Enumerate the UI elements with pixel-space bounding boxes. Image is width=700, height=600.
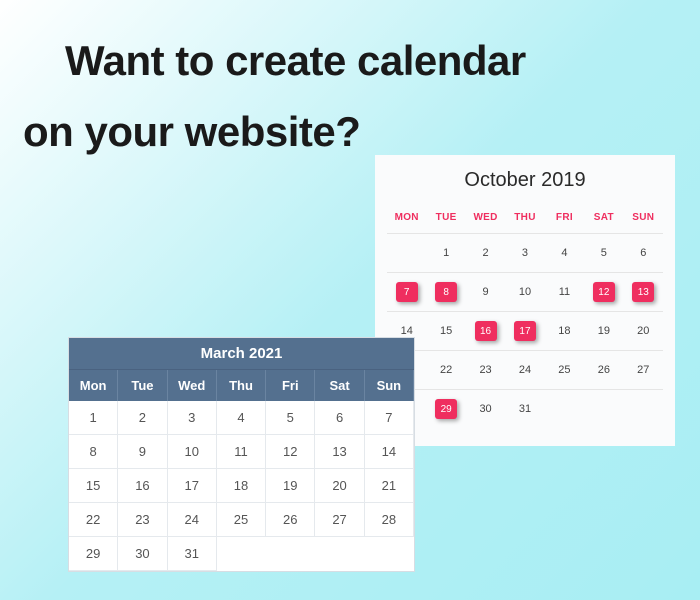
calendar-a-day-cell[interactable]: 2 <box>118 401 167 435</box>
calendar-b-day-highlighted[interactable]: 13 <box>632 282 654 302</box>
headline-line-1: Want to create calendar <box>65 25 680 96</box>
calendar-b-day-highlighted[interactable]: 8 <box>435 282 457 302</box>
calendar-b-weekday: MON <box>387 206 426 233</box>
calendar-a-day-cell[interactable]: 31 <box>168 537 217 571</box>
calendar-b-day-cell[interactable] <box>624 390 663 428</box>
calendar-b-day-cell[interactable]: 8 <box>426 273 465 311</box>
calendar-a-day-cell[interactable]: 15 <box>69 469 118 503</box>
calendar-a-day-cell[interactable]: 6 <box>315 401 364 435</box>
calendar-a-day-cell[interactable]: 1 <box>69 401 118 435</box>
calendar-october-2019: October 2019 MONTUEWEDTHUFRISATSUN123456… <box>375 155 675 446</box>
calendar-a-weekday: Fri <box>266 370 315 401</box>
calendar-b-day-cell[interactable]: 26 <box>584 351 623 389</box>
calendar-a-day-cell[interactable]: 9 <box>118 435 167 469</box>
calendar-a-weekday: Sun <box>365 370 414 401</box>
calendar-b-weekday: THU <box>505 206 544 233</box>
calendar-march-2021: March 2021 MonTueWedThuFriSatSun12345678… <box>68 337 415 572</box>
calendar-b-day-highlighted[interactable]: 12 <box>593 282 615 302</box>
calendar-b-day-cell[interactable]: 27 <box>624 351 663 389</box>
calendar-a-day-cell[interactable]: 27 <box>315 503 364 537</box>
calendar-b-weekday: TUE <box>426 206 465 233</box>
calendar-b-day-cell[interactable]: 12 <box>584 273 623 311</box>
calendar-b-day-cell[interactable]: 17 <box>505 312 544 350</box>
calendar-b-day-cell[interactable]: 16 <box>466 312 505 350</box>
calendar-b-day-cell[interactable]: 4 <box>545 234 584 272</box>
calendar-a-day-cell[interactable]: 13 <box>315 435 364 469</box>
calendar-a-day-empty <box>365 537 414 571</box>
calendar-a-day-empty <box>315 537 364 571</box>
calendar-a-day-cell[interactable]: 29 <box>69 537 118 571</box>
calendar-a-title: March 2021 <box>69 338 414 370</box>
calendar-b-day-cell[interactable]: 3 <box>505 234 544 272</box>
calendar-b-grid: MONTUEWEDTHUFRISATSUN1234567891011121314… <box>387 206 663 428</box>
calendar-a-day-empty <box>266 537 315 571</box>
calendar-b-day-cell[interactable]: 22 <box>426 351 465 389</box>
calendar-b-day-cell[interactable]: 5 <box>584 234 623 272</box>
calendar-b-day-highlighted[interactable]: 16 <box>475 321 497 341</box>
calendar-b-day-cell[interactable]: 29 <box>426 390 465 428</box>
calendar-b-day-cell[interactable]: 31 <box>505 390 544 428</box>
calendar-a-day-cell[interactable]: 30 <box>118 537 167 571</box>
calendar-a-day-cell[interactable]: 21 <box>365 469 414 503</box>
calendar-b-day-cell[interactable]: 6 <box>624 234 663 272</box>
calendar-a-weekday: Wed <box>168 370 217 401</box>
calendar-a-weekday: Sat <box>315 370 364 401</box>
calendar-b-day-cell[interactable]: 24 <box>505 351 544 389</box>
calendar-a-day-cell[interactable]: 10 <box>168 435 217 469</box>
calendar-a-day-cell[interactable]: 17 <box>168 469 217 503</box>
calendar-b-day-cell[interactable]: 23 <box>466 351 505 389</box>
calendar-a-day-cell[interactable]: 28 <box>365 503 414 537</box>
calendar-b-day-cell[interactable]: 19 <box>584 312 623 350</box>
calendar-a-day-cell[interactable]: 12 <box>266 435 315 469</box>
calendar-a-day-cell[interactable]: 11 <box>217 435 266 469</box>
calendar-a-day-cell[interactable]: 25 <box>217 503 266 537</box>
calendar-a-weekday: Mon <box>69 370 118 401</box>
calendar-a-day-cell[interactable]: 14 <box>365 435 414 469</box>
calendar-a-day-cell[interactable]: 16 <box>118 469 167 503</box>
calendar-a-day-empty <box>217 537 266 571</box>
calendar-a-day-cell[interactable]: 26 <box>266 503 315 537</box>
calendar-b-day-highlighted[interactable]: 29 <box>435 399 457 419</box>
calendar-a-day-cell[interactable]: 18 <box>217 469 266 503</box>
calendar-b-day-cell[interactable]: 10 <box>505 273 544 311</box>
calendar-b-day-cell[interactable]: 11 <box>545 273 584 311</box>
calendar-a-day-cell[interactable]: 23 <box>118 503 167 537</box>
calendar-a-day-cell[interactable]: 22 <box>69 503 118 537</box>
calendar-a-day-cell[interactable]: 8 <box>69 435 118 469</box>
calendar-b-weekday: WED <box>466 206 505 233</box>
calendar-a-weekday: Thu <box>217 370 266 401</box>
calendar-b-day-cell[interactable]: 1 <box>426 234 465 272</box>
calendar-a-day-cell[interactable]: 7 <box>365 401 414 435</box>
calendar-b-day-cell[interactable]: 20 <box>624 312 663 350</box>
headline: Want to create calendar on your website? <box>65 25 680 168</box>
calendar-b-day-cell[interactable]: 9 <box>466 273 505 311</box>
calendar-a-day-cell[interactable]: 3 <box>168 401 217 435</box>
calendar-b-day-cell[interactable] <box>545 390 584 428</box>
calendar-b-day-cell[interactable]: 2 <box>466 234 505 272</box>
calendar-b-day-cell[interactable] <box>387 234 426 272</box>
calendar-b-day-cell[interactable] <box>584 390 623 428</box>
calendar-a-day-cell[interactable]: 4 <box>217 401 266 435</box>
calendar-b-day-cell[interactable]: 13 <box>624 273 663 311</box>
calendar-b-weekday: SAT <box>584 206 623 233</box>
calendar-b-day-cell[interactable]: 7 <box>387 273 426 311</box>
calendar-b-day-highlighted[interactable]: 17 <box>514 321 536 341</box>
calendar-a-weekday: Tue <box>118 370 167 401</box>
calendar-b-weekday: SUN <box>624 206 663 233</box>
calendar-a-day-cell[interactable]: 24 <box>168 503 217 537</box>
calendar-b-day-cell[interactable]: 25 <box>545 351 584 389</box>
calendar-b-day-highlighted[interactable]: 7 <box>396 282 418 302</box>
calendar-a-day-cell[interactable]: 19 <box>266 469 315 503</box>
calendar-b-day-cell[interactable]: 30 <box>466 390 505 428</box>
calendar-b-day-cell[interactable]: 15 <box>426 312 465 350</box>
calendar-a-day-cell[interactable]: 5 <box>266 401 315 435</box>
calendar-a-day-cell[interactable]: 20 <box>315 469 364 503</box>
calendar-b-day-cell[interactable]: 18 <box>545 312 584 350</box>
calendar-b-title: October 2019 <box>387 169 663 192</box>
calendar-b-weekday: FRI <box>545 206 584 233</box>
calendar-a-grid: MonTueWedThuFriSatSun1234567891011121314… <box>69 370 414 571</box>
